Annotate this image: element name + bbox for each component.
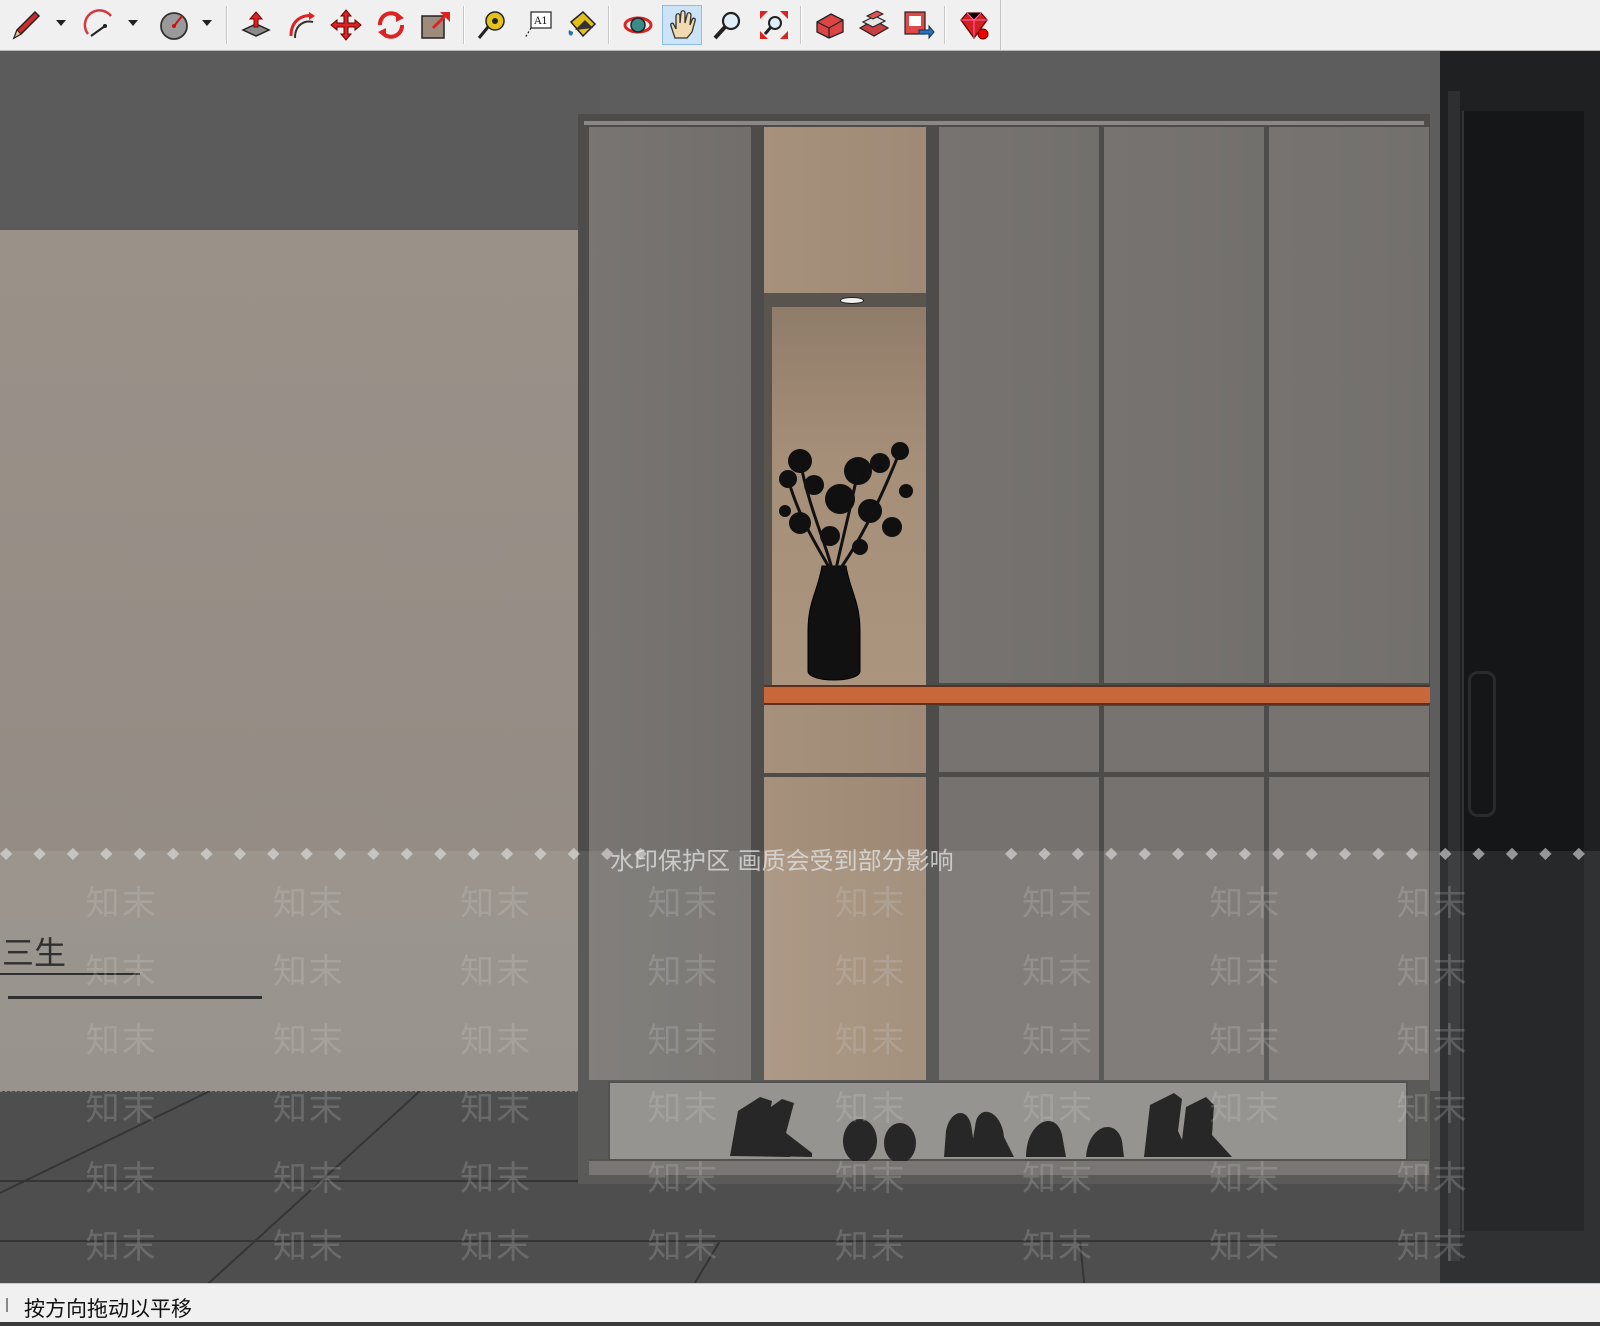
move-tool-button[interactable] xyxy=(326,5,366,45)
ruby-icon xyxy=(960,12,989,40)
main-toolbar: A1 xyxy=(0,0,1600,51)
warehouse-tool-button[interactable] xyxy=(810,5,850,45)
arc-tool-button[interactable] xyxy=(80,5,120,45)
tape-measure-icon xyxy=(477,11,505,39)
scale-tool-button[interactable] xyxy=(416,5,456,45)
status-bar: 按方向拖动以平移 xyxy=(0,1283,1600,1326)
wood-panel-mid xyxy=(764,703,926,773)
cabinet-door-upper-3 xyxy=(1269,127,1429,683)
orbit-tool-button[interactable] xyxy=(618,5,658,45)
chevron-down-icon[interactable] xyxy=(126,16,140,30)
zoom-extents-tool-button[interactable] xyxy=(754,5,794,45)
drawer-2 xyxy=(1104,706,1264,772)
chevron-down-icon[interactable] xyxy=(200,16,214,30)
scale-icon xyxy=(421,12,450,39)
ruby-console-tool-button[interactable] xyxy=(954,5,994,45)
drawer-1 xyxy=(939,706,1099,772)
cabinet-top-edge xyxy=(584,121,1424,125)
text-tool-button[interactable]: A1 xyxy=(518,5,558,45)
text-icon: A1 xyxy=(524,11,552,39)
components-tool-button[interactable] xyxy=(854,5,894,45)
status-grip xyxy=(6,1298,8,1312)
zoom-extents-icon xyxy=(760,11,788,39)
orbit-icon xyxy=(623,16,653,34)
follow-me-tool-button[interactable] xyxy=(282,5,322,45)
model-viewport[interactable]: 三生 ◆ ◆ ◆ ◆ ◆ ◆ ◆ ◆ ◆ ◆ ◆ ◆ ◆ ◆ ◆ ◆ ◆ ◆ ◆… xyxy=(0,51,1600,1283)
flower-vase xyxy=(779,442,913,681)
paint-bucket-icon xyxy=(568,10,597,38)
components-icon xyxy=(858,10,890,37)
arc-icon xyxy=(83,9,112,37)
rotate-icon xyxy=(378,11,404,39)
accent-shelf xyxy=(764,685,1430,705)
status-text: 按方向拖动以平移 xyxy=(24,1297,192,1321)
paint-bucket-tool-button[interactable] xyxy=(562,5,602,45)
toolbar-separator xyxy=(944,6,946,44)
toolbar-separator xyxy=(800,6,802,44)
toolbar-end-separator xyxy=(1000,0,1001,50)
circle-tool-button[interactable] xyxy=(154,5,194,45)
toolbar-separator xyxy=(608,6,610,44)
downlight xyxy=(840,297,864,304)
cabinet-door-upper-1 xyxy=(939,127,1099,683)
circle-icon xyxy=(160,12,188,40)
pencil-icon xyxy=(12,10,41,40)
wood-panel-top xyxy=(764,127,926,294)
chevron-down-icon[interactable] xyxy=(54,16,68,30)
cabinet-door-upper-2 xyxy=(1104,127,1264,683)
toolbar-separator xyxy=(226,6,228,44)
status-bottom-strip xyxy=(0,1322,1600,1326)
tape-measure-tool-button[interactable] xyxy=(472,5,512,45)
share-model-tool-button[interactable] xyxy=(898,5,938,45)
move-icon xyxy=(330,9,362,41)
drawer-3 xyxy=(1269,706,1429,772)
pencil-tool-button[interactable] xyxy=(6,5,46,45)
push-pull-tool-button[interactable] xyxy=(236,5,276,45)
svg-text:A1: A1 xyxy=(533,16,548,27)
warehouse-icon xyxy=(816,13,844,39)
follow-me-icon xyxy=(289,12,315,39)
pan-tool-button[interactable] xyxy=(662,5,702,45)
ceiling xyxy=(0,51,600,230)
watermark-overlay xyxy=(0,851,1600,1283)
zoom-tool-button[interactable] xyxy=(708,5,748,45)
share-icon xyxy=(904,11,935,40)
door-handle xyxy=(1468,671,1496,817)
rotate-tool-button[interactable] xyxy=(371,5,411,45)
push-pull-icon xyxy=(241,11,271,37)
hand-icon xyxy=(670,10,696,39)
zoom-icon xyxy=(713,11,741,40)
toolbar-separator xyxy=(463,6,465,44)
